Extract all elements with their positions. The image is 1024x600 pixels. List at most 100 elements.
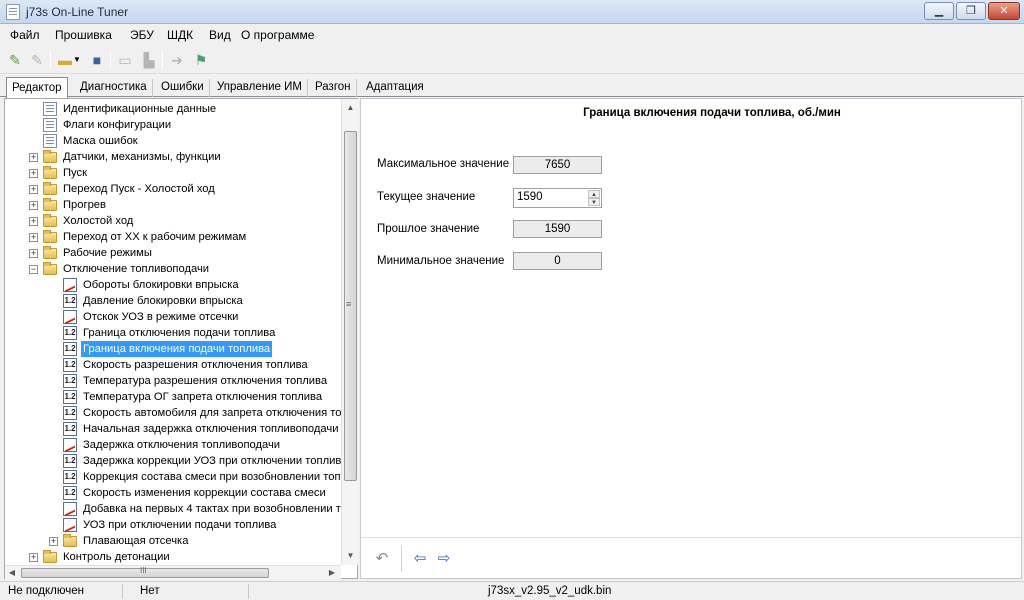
tree-item-label[interactable]: Идентификационные данные xyxy=(61,101,218,117)
tree-item-label[interactable]: Скорость разрешения отключения топлива xyxy=(81,357,310,373)
tree-item[interactable]: Добавка на первых 4 тактах при возобновл… xyxy=(5,501,341,517)
tree-item[interactable]: + Контроль детонации xyxy=(5,549,341,565)
tree-item[interactable]: УОЗ при отключении подачи топлива xyxy=(5,517,341,533)
tree-item-label[interactable]: Обороты блокировки впрыска xyxy=(81,277,241,293)
tree-item-label[interactable]: Задержка отключения топливоподачи xyxy=(81,437,282,453)
current-value-input[interactable]: 1590 xyxy=(517,191,543,203)
expand-icon[interactable]: + xyxy=(49,537,58,546)
dropdown-icon[interactable]: ▼ xyxy=(72,51,82,69)
save-icon[interactable]: ■ xyxy=(88,51,106,69)
tree-item-label[interactable]: Контроль детонации xyxy=(61,549,172,565)
tree-item-label[interactable]: УОЗ при отключении подачи топлива xyxy=(81,517,278,533)
ecu-write-icon[interactable]: ▙ xyxy=(140,51,158,69)
tree-item[interactable]: 1.2 Коррекция состава смеси при возобновл… xyxy=(5,469,341,485)
tree-item[interactable]: 1.2 Граница отключения подачи топлива xyxy=(5,325,341,341)
tree-item-label[interactable]: Задержка коррекции УОЗ при отключении то… xyxy=(81,453,341,469)
expand-icon[interactable]: + xyxy=(29,233,38,242)
expand-icon[interactable]: + xyxy=(29,169,38,178)
flag-icon[interactable]: ⚑ xyxy=(192,51,210,69)
tree-item-label[interactable]: Давление блокировки впрыска xyxy=(81,293,245,309)
tree-item[interactable]: 1.2 Граница включения подачи топлива xyxy=(5,341,341,357)
expand-icon[interactable]: + xyxy=(29,153,38,162)
arrow-right-icon[interactable]: ➔ xyxy=(168,51,186,69)
tree-item-label[interactable]: Скорость автомобиля для запрета отключен… xyxy=(81,405,341,421)
menu-wbo[interactable]: ШДК xyxy=(167,28,193,42)
horizontal-scrollbar[interactable]: ◀ III ▶ xyxy=(5,565,341,579)
tree-item-label[interactable]: Начальная задержка отключения топливопод… xyxy=(81,421,340,437)
tree-item-label[interactable]: Переход от ХХ к рабочим режимам xyxy=(61,229,248,245)
scroll-thumb[interactable]: ≡ xyxy=(344,131,357,481)
tab-editor[interactable]: Редактор xyxy=(6,77,68,98)
tree-item[interactable]: 1.2 Скорость изменения коррекции состава … xyxy=(5,485,341,501)
tab-actuators[interactable]: Управление ИМ xyxy=(212,79,308,97)
tree-item[interactable]: Отскок УОЗ в режиме отсечки xyxy=(5,309,341,325)
tree-item-label[interactable]: Граница включения подачи топлива xyxy=(81,341,273,357)
tree-item[interactable]: 1.2 Температура разрешения отключения топ… xyxy=(5,373,341,389)
tree-item[interactable]: + Плавающая отсечка xyxy=(5,533,341,549)
tree-item[interactable]: + Переход от ХХ к рабочим режимам xyxy=(5,229,341,245)
tree-item[interactable]: Флаги конфигурации xyxy=(5,117,341,133)
tab-adaptation[interactable]: Адаптация xyxy=(361,79,429,97)
horizontal-scroll-thumb[interactable]: III xyxy=(21,566,269,578)
tree-item[interactable]: 1.2 Задержка коррекции УОЗ при отключении… xyxy=(5,453,341,469)
scroll-down-arrow[interactable]: ▼ xyxy=(342,547,359,564)
tree-item-label[interactable]: Отключение топливоподачи xyxy=(61,261,211,277)
tree-item-label[interactable]: Скорость изменения коррекции состава сме… xyxy=(81,485,328,501)
close-button[interactable]: ✕ xyxy=(988,2,1020,20)
ecu-read-icon[interactable]: ▭ xyxy=(116,51,134,69)
stepper-down-icon[interactable]: ▼ xyxy=(588,198,600,206)
expand-icon[interactable]: + xyxy=(29,249,38,258)
tree-item-label[interactable]: Рабочие режимы xyxy=(61,245,154,261)
menu-view[interactable]: Вид xyxy=(209,28,231,42)
tree-item[interactable]: − Отключение топливоподачи xyxy=(5,261,341,277)
connect-icon[interactable]: ✎ xyxy=(6,51,24,69)
tree-item[interactable]: + Рабочие режимы xyxy=(5,245,341,261)
tree-item[interactable]: 1.2 Скорость автомобиля для запрета отклю… xyxy=(5,405,341,421)
tree-item[interactable]: 1.2 Температура ОГ запрета отключения топ… xyxy=(5,389,341,405)
disconnect-icon[interactable]: ✎ xyxy=(28,51,46,69)
tree-item-label[interactable]: Переход Пуск - Холостой ход xyxy=(61,181,217,197)
tree-item-label[interactable]: Добавка на первых 4 тактах при возобновл… xyxy=(81,501,341,517)
export-icon[interactable]: ⇦ xyxy=(409,548,431,570)
tree-item[interactable]: Маска ошибок xyxy=(5,133,341,149)
expand-icon[interactable]: + xyxy=(29,217,38,226)
tree-item-label[interactable]: Флаги конфигурации xyxy=(61,117,173,133)
tree-item-label[interactable]: Пуск xyxy=(61,165,89,181)
tab-acceleration[interactable]: Разгон xyxy=(310,79,357,97)
tab-errors[interactable]: Ошибки xyxy=(156,79,210,97)
tree-item[interactable]: Идентификационные данные xyxy=(5,101,341,117)
expand-icon[interactable]: + xyxy=(29,201,38,210)
expand-icon[interactable]: + xyxy=(29,553,38,562)
tree-item-label[interactable]: Маска ошибок xyxy=(61,133,140,149)
menu-file[interactable]: Файл xyxy=(10,28,40,42)
stepper-up-icon[interactable]: ▲ xyxy=(588,190,600,198)
vertical-scrollbar[interactable]: ▲ ≡ ▼ xyxy=(341,99,358,565)
tree-item[interactable]: 1.2 Давление блокировки впрыска xyxy=(5,293,341,309)
tree-item[interactable]: 1.2 Начальная задержка отключения топливо… xyxy=(5,421,341,437)
tree-item-label[interactable]: Отскок УОЗ в режиме отсечки xyxy=(81,309,240,325)
tree-item-label[interactable]: Плавающая отсечка xyxy=(81,533,190,549)
tree-item-label[interactable]: Прогрев xyxy=(61,197,108,213)
tree-item[interactable]: Обороты блокировки впрыска xyxy=(5,277,341,293)
import-icon[interactable]: ⇨ xyxy=(433,548,455,570)
tree-item-label[interactable]: Температура ОГ запрета отключения топлив… xyxy=(81,389,324,405)
tree-item[interactable]: + Датчики, механизмы, функции xyxy=(5,149,341,165)
undo-icon[interactable]: ↶ xyxy=(371,548,393,570)
menu-about[interactable]: О программе xyxy=(241,28,314,42)
tree-item[interactable]: + Пуск xyxy=(5,165,341,181)
maximize-button[interactable]: ❐ xyxy=(956,2,986,20)
menu-ecu[interactable]: ЭБУ xyxy=(130,28,154,42)
tree-item[interactable]: + Прогрев xyxy=(5,197,341,213)
scroll-right-arrow[interactable]: ▶ xyxy=(325,564,339,578)
tree-item-label[interactable]: Температура разрешения отключения топлив… xyxy=(81,373,329,389)
tree-item-label[interactable]: Датчики, механизмы, функции xyxy=(61,149,223,165)
tree-item[interactable]: + Холостой ход xyxy=(5,213,341,229)
tree-item-label[interactable]: Граница отключения подачи топлива xyxy=(81,325,277,341)
tab-diagnostics[interactable]: Диагностика xyxy=(75,79,153,97)
tree-item-label[interactable]: Холостой ход xyxy=(61,213,135,229)
scroll-left-arrow[interactable]: ◀ xyxy=(5,564,19,578)
tree-item[interactable]: 1.2 Скорость разрешения отключения топлив… xyxy=(5,357,341,373)
tree-item-label[interactable]: Коррекция состава смеси при возобновлени… xyxy=(81,469,341,485)
current-value-stepper[interactable]: 1590 ▲ ▼ xyxy=(513,188,602,208)
minimize-button[interactable]: ▁ xyxy=(924,2,954,20)
